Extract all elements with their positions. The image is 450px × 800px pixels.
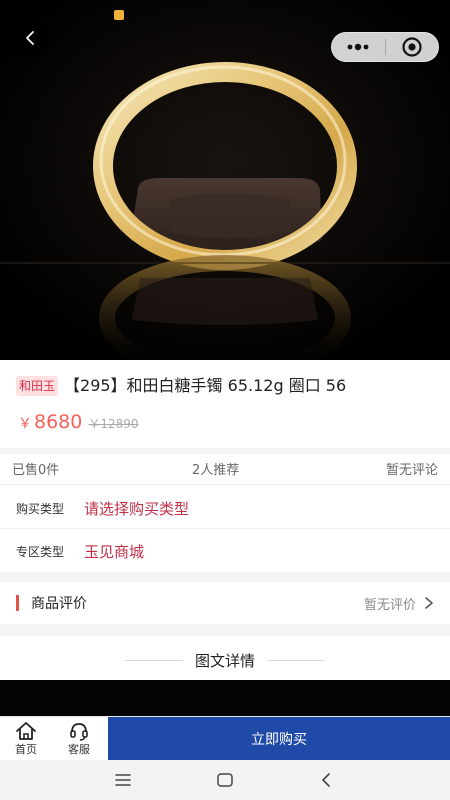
sold-count: 已售0件 bbox=[12, 463, 60, 478]
home-label: 首页 bbox=[15, 743, 37, 756]
status-bar bbox=[0, 0, 450, 30]
price: 8680 bbox=[34, 411, 83, 433]
square-icon bbox=[217, 773, 233, 787]
service-label: 客服 bbox=[68, 743, 90, 756]
nav-home-button[interactable] bbox=[213, 768, 237, 792]
detail-line-right bbox=[267, 659, 325, 661]
comment-status: 暂无评论 bbox=[385, 463, 438, 478]
mini-program-capsule bbox=[331, 32, 439, 62]
spec-value: 玉见商城 bbox=[84, 542, 145, 561]
recommend-count: 2人推荐 bbox=[192, 463, 240, 478]
category-tag: 和田玉 bbox=[16, 376, 59, 396]
nav-back-button[interactable] bbox=[314, 768, 338, 792]
target-circle-icon bbox=[402, 37, 422, 57]
menu-icon bbox=[115, 774, 131, 786]
detail-image bbox=[0, 680, 450, 718]
original-price: ￥12890 bbox=[88, 417, 139, 431]
headset-icon bbox=[70, 723, 88, 741]
more-dots-icon bbox=[347, 43, 369, 51]
section-gap bbox=[0, 572, 450, 582]
divider bbox=[0, 484, 450, 485]
product-title-row: 和田玉 【295】和田白糖手镯 65.12g 圈口 56 bbox=[0, 360, 450, 410]
nav-menu-button[interactable] bbox=[111, 768, 135, 792]
section-gap bbox=[0, 624, 450, 636]
spec-value: 请选择购买类型 bbox=[84, 499, 190, 518]
bottom-action-bar: 首页 客服 立即购买 bbox=[0, 716, 450, 761]
spec-row-purchase-type[interactable]: 购买类型 请选择购买类型 bbox=[0, 488, 450, 528]
notification-icon bbox=[114, 10, 124, 20]
detail-title: 图文详情 bbox=[194, 651, 255, 670]
spec-row-zone-type: 专区类型 玉见商城 bbox=[0, 531, 450, 571]
detail-line-left bbox=[124, 659, 183, 661]
close-button[interactable] bbox=[385, 32, 438, 62]
system-nav-bar bbox=[0, 760, 450, 800]
price-row: ￥ 8680 ￥12890 bbox=[18, 411, 139, 437]
chevron-right-icon bbox=[425, 597, 433, 609]
detail-header: 图文详情 bbox=[0, 640, 450, 680]
product-title: 【295】和田白糖手镯 65.12g 圈口 56 bbox=[64, 376, 347, 395]
customer-service-button[interactable]: 客服 bbox=[53, 717, 105, 761]
divider bbox=[0, 528, 450, 529]
home-button[interactable]: 首页 bbox=[0, 717, 52, 761]
home-icon bbox=[16, 722, 36, 740]
reviews-empty-text: 暂无评价 bbox=[363, 597, 416, 613]
more-button[interactable] bbox=[332, 32, 385, 62]
back-button[interactable] bbox=[11, 19, 49, 57]
reviews-row[interactable]: 商品评价 暂无评价 bbox=[0, 582, 450, 624]
reviews-title: 商品评价 bbox=[31, 596, 87, 612]
product-image[interactable] bbox=[0, 0, 450, 360]
triangle-back-icon bbox=[322, 773, 330, 787]
chevron-left-icon bbox=[26, 31, 34, 45]
buy-now-button[interactable]: 立即购买 bbox=[108, 717, 450, 761]
price-symbol: ￥ bbox=[18, 416, 32, 432]
stats-row: 已售0件 2人推荐 暂无评论 bbox=[0, 454, 450, 482]
spec-label: 专区类型 bbox=[16, 544, 65, 559]
section-accent-bar bbox=[16, 595, 19, 611]
spec-label: 购买类型 bbox=[16, 501, 65, 516]
